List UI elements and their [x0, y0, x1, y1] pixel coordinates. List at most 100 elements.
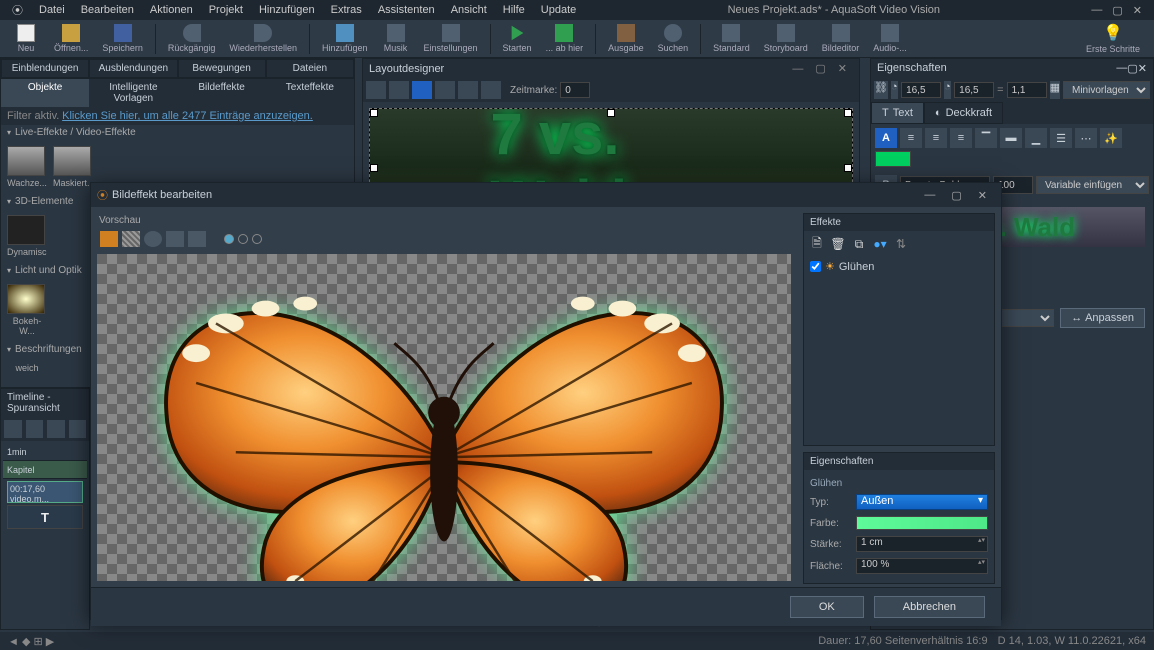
ld-close[interactable]: ✕ — [832, 62, 853, 75]
rp-align-center[interactable]: ≡ — [925, 128, 947, 148]
rp-align-mid[interactable]: ▬ — [1000, 128, 1022, 148]
ld-minimize[interactable]: — — [786, 63, 809, 75]
tb-settings[interactable]: Einstellungen — [418, 22, 484, 55]
tb-redo[interactable]: Wiederherstellen — [223, 22, 303, 55]
tl-clip-text[interactable]: T — [7, 505, 83, 529]
ld-tool-1[interactable] — [366, 81, 386, 99]
filter-show-all-link[interactable]: Klicken Sie hier, um alle 2477 Einträge … — [62, 110, 313, 122]
dialog-cancel-button[interactable]: Abbrechen — [874, 596, 985, 618]
rp-minimize[interactable]: — — [1116, 62, 1127, 75]
rp-tab-text[interactable]: TText — [871, 102, 924, 124]
pv-radio-1[interactable] — [224, 234, 234, 244]
fx-new[interactable]: 🗎 — [808, 235, 826, 253]
ld-tool-3[interactable] — [412, 81, 432, 99]
dialog-ok-button[interactable]: OK — [790, 596, 864, 618]
pv-tool-stripes[interactable] — [122, 231, 140, 247]
rp-tool-clock[interactable]: ◔ — [891, 81, 898, 99]
thumb-dynamisc[interactable]: Dynamisc... — [7, 215, 47, 257]
fx-strength-input[interactable]: 1 cm — [856, 536, 988, 552]
fx-move[interactable]: ⇅ — [892, 235, 910, 253]
rp-maximize[interactable]: ▢ — [1127, 62, 1137, 75]
tb-layout-imageeditor[interactable]: Bildeditor — [816, 22, 866, 55]
tab-ausblendungen[interactable]: Ausblendungen — [89, 59, 177, 78]
fx-copy[interactable]: ⧉ — [850, 235, 868, 253]
rp-tool-chain[interactable]: ⛓ — [874, 81, 888, 99]
fx-area-input[interactable]: 100 % — [856, 558, 988, 574]
tl-chapter[interactable]: Kapitel — [3, 461, 87, 479]
menu-datei[interactable]: Datei — [31, 2, 73, 18]
tb-save[interactable]: Speichern — [96, 22, 149, 55]
tb-new[interactable]: Neu — [6, 22, 46, 55]
menu-hinzufuegen[interactable]: Hinzufügen — [251, 2, 323, 18]
fx-color-swatch[interactable] — [856, 516, 988, 530]
fx-type-select[interactable]: Außen — [856, 494, 988, 510]
rp-align-left[interactable]: ≡ — [900, 128, 922, 148]
window-close[interactable]: ✕ — [1133, 4, 1142, 17]
rp-tab-opacity[interactable]: ◐Deckkraft — [924, 102, 1003, 124]
tb-add[interactable]: Hinzufügen — [316, 22, 374, 55]
thumb-maskiert[interactable]: Maskiert... — [53, 146, 93, 188]
tb-undo[interactable]: Rückgängig — [162, 22, 222, 55]
rp-text-color[interactable] — [875, 151, 911, 167]
pv-tool-grid1[interactable] — [166, 231, 184, 247]
rp-fx[interactable]: ✨ — [1100, 128, 1122, 148]
dialog-close[interactable]: ✕ — [970, 189, 995, 202]
ld-tool-2[interactable] — [389, 81, 409, 99]
rp-align-top[interactable]: ▔ — [975, 128, 997, 148]
menu-assistenten[interactable]: Assistenten — [370, 2, 443, 18]
fx-add[interactable]: ●▾ — [871, 235, 889, 253]
menu-extras[interactable]: Extras — [323, 2, 370, 18]
menu-bearbeiten[interactable]: Bearbeiten — [73, 2, 142, 18]
menu-projekt[interactable]: Projekt — [201, 2, 251, 18]
pv-radio-3[interactable] — [252, 234, 262, 244]
thumb-wachze[interactable]: Wachze... — [7, 146, 47, 188]
subtab-texteffekte[interactable]: Texteffekte — [266, 79, 354, 107]
rp-align-bot[interactable]: ▁ — [1025, 128, 1047, 148]
first-steps-link[interactable]: 💡 Erste Schritte — [1078, 21, 1148, 56]
tl-clip-video[interactable]: 00:17,60 video.m... — [7, 481, 83, 503]
tb-search[interactable]: Suchen — [652, 22, 695, 55]
tb-open[interactable]: Öffnen... — [48, 22, 94, 55]
ld-maximize[interactable]: ▢ — [809, 62, 831, 75]
tb-export[interactable]: Ausgabe — [602, 22, 650, 55]
tab-bewegungen[interactable]: Bewegungen — [178, 59, 266, 78]
tb-play-from[interactable]: ... ab hier — [540, 22, 590, 55]
rp-font-active[interactable]: A — [875, 128, 897, 148]
tl-tool-1[interactable] — [4, 420, 22, 438]
tb-music[interactable]: Musik — [376, 22, 416, 55]
rp-template-select[interactable]: Minivorlagen — [1063, 81, 1150, 99]
tab-dateien[interactable]: Dateien — [266, 59, 354, 78]
rp-tool-layout[interactable]: ▦ — [1050, 81, 1060, 99]
fx-delete[interactable]: 🗑 — [829, 235, 847, 253]
rp-num-2[interactable] — [954, 82, 994, 98]
window-maximize[interactable]: ▢ — [1112, 4, 1122, 17]
fx-item-glow[interactable]: ☀ Glühen — [804, 257, 994, 276]
pv-tool-sphere[interactable] — [144, 231, 162, 247]
status-nav-icons[interactable]: ◄ ◆ ⊞ ▶ — [8, 635, 54, 648]
subtab-objekte[interactable]: Objekte — [1, 79, 89, 107]
menu-update[interactable]: Update — [533, 2, 584, 18]
thumb-bokeh[interactable]: Bokeh-W... — [7, 284, 47, 336]
pv-radio-2[interactable] — [238, 234, 248, 244]
tl-tool-2[interactable] — [26, 420, 44, 438]
preview-canvas[interactable] — [97, 254, 791, 581]
tb-play[interactable]: Starten — [497, 22, 538, 55]
rp-tool-clock2[interactable]: ◔ — [944, 81, 951, 99]
rp-list[interactable]: ☰ — [1050, 128, 1072, 148]
rp-more[interactable]: ⋯ — [1075, 128, 1097, 148]
ld-timemark-input[interactable] — [560, 82, 590, 98]
section-live-effekte[interactable]: Live-Effekte / Video-Effekte — [1, 125, 354, 140]
dialog-maximize[interactable]: ▢ — [943, 189, 969, 202]
tb-layout-storyboard[interactable]: Storyboard — [758, 22, 814, 55]
tl-tool-4[interactable] — [69, 420, 87, 438]
pv-tool-grid2[interactable] — [188, 231, 206, 247]
pv-tool-butterfly[interactable] — [100, 231, 118, 247]
menu-aktionen[interactable]: Aktionen — [142, 2, 201, 18]
tb-layout-audio[interactable]: Audio-... — [867, 22, 913, 55]
thumb-weich[interactable]: weich — [7, 363, 47, 373]
subtab-bildeffekte[interactable]: Bildeffekte — [178, 79, 266, 107]
rp-num-1[interactable] — [901, 82, 941, 98]
fx-item-glow-checkbox[interactable] — [810, 261, 821, 272]
rp-align-right[interactable]: ≡ — [950, 128, 972, 148]
rp-close[interactable]: ✕ — [1138, 62, 1147, 75]
